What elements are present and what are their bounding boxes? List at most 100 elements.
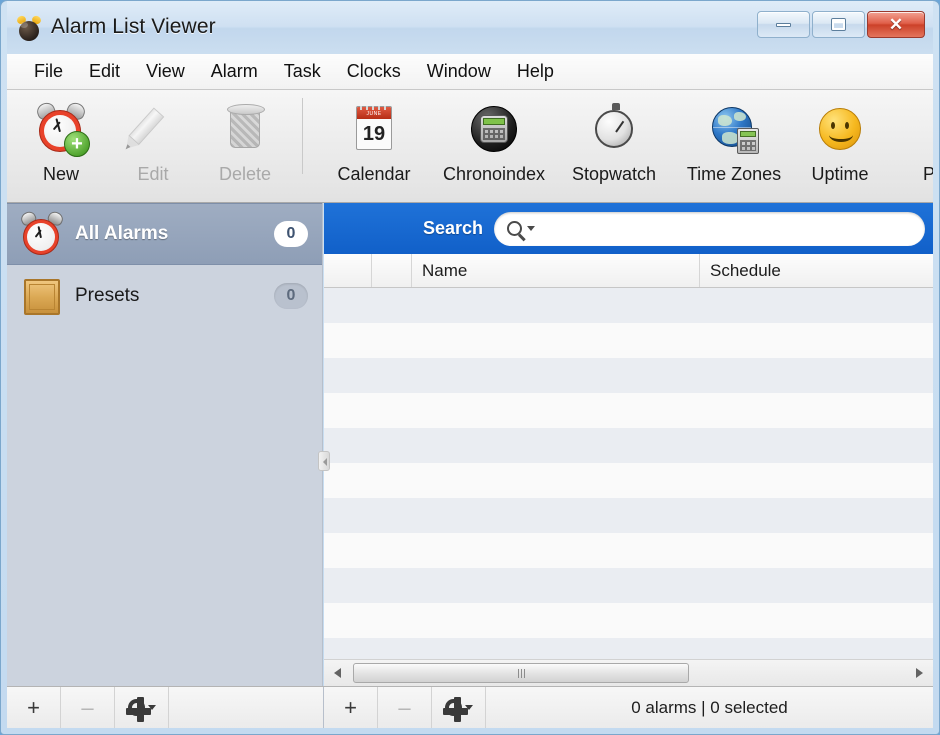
sidebar-footer-toolbar: + –: [7, 687, 324, 728]
toolbar-label-calendar: Calendar: [337, 164, 411, 184]
sidebar-add-button[interactable]: +: [7, 687, 61, 728]
title-bar: Alarm List Viewer ✕: [7, 1, 933, 54]
table-row: [324, 603, 933, 638]
chevron-down-icon[interactable]: [527, 226, 536, 231]
chronoindex-icon: [465, 98, 523, 160]
status-text: 0 alarms | 0 selected: [631, 697, 788, 717]
toolbar-label-new: New: [42, 164, 79, 184]
scroll-right-icon[interactable]: [906, 660, 933, 686]
sidebar-item-presets[interactable]: Presets 0: [7, 265, 322, 327]
table-row: [324, 428, 933, 463]
search-field[interactable]: [494, 211, 925, 246]
toolbar-button-delete[interactable]: Delete: [199, 90, 291, 185]
menu-item-file[interactable]: File: [21, 59, 76, 84]
menu-item-view[interactable]: View: [133, 59, 198, 84]
close-icon: ✕: [888, 15, 904, 34]
toolbar-label-uptime: Uptime: [811, 164, 869, 184]
table-row: [324, 323, 933, 358]
calendar-icon: JUNE 19: [345, 98, 403, 160]
toolbar-separator: [302, 98, 303, 174]
close-button[interactable]: ✕: [867, 11, 925, 38]
toolbar-button-calendar[interactable]: JUNE 19 Calendar: [314, 90, 434, 185]
column-header-name[interactable]: Name: [412, 254, 700, 287]
application-window: Alarm List Viewer ✕ File Edit View Alarm…: [0, 0, 940, 735]
toolbar-button-preferences[interactable]: Pr: [886, 90, 933, 185]
column-header-schedule[interactable]: Schedule: [700, 254, 933, 287]
window-controls: ✕: [757, 11, 925, 38]
window-inner: Alarm List Viewer ✕ File Edit View Alarm…: [7, 1, 933, 728]
list-footer-toolbar: + – 0 alarms | 0 selected: [324, 687, 933, 728]
toolbar-label-stopwatch: Stopwatch: [571, 164, 657, 184]
sidebar-footer-spacer: [169, 687, 323, 728]
table-row: [324, 638, 933, 659]
sidebar-badge-all-alarms: 0: [274, 221, 308, 247]
table-row: [324, 288, 933, 323]
column-header-icon1[interactable]: [324, 254, 372, 287]
menu-item-edit[interactable]: Edit: [76, 59, 133, 84]
crate-icon: [19, 273, 65, 319]
sidebar-item-label-all-alarms: All Alarms: [75, 223, 169, 244]
toolbar-label-preferences: Pr: [923, 164, 933, 185]
menu-item-task[interactable]: Task: [271, 59, 334, 84]
menu-item-window[interactable]: Window: [414, 59, 504, 84]
toolbar-button-edit[interactable]: Edit: [107, 90, 199, 185]
alarm-list[interactable]: [324, 288, 933, 659]
table-row: [324, 463, 933, 498]
list-action-menu-button[interactable]: [432, 687, 486, 728]
globe-icon: [705, 98, 763, 160]
sidebar-item-label-presets: Presets: [75, 285, 140, 306]
table-column-header: Name Schedule: [324, 254, 933, 288]
bottom-bar: + – + – 0 alarms | 0 selected: [7, 686, 933, 728]
alarm-clock-icon: [18, 209, 66, 257]
toolbar-button-uptime[interactable]: Uptime: [794, 90, 886, 185]
toolbar-button-chronoindex[interactable]: Chronoindex: [434, 90, 554, 185]
maximize-button[interactable]: [812, 11, 865, 38]
stopwatch-icon: [585, 98, 643, 160]
scrollbar-thumb[interactable]: [353, 663, 689, 683]
app-icon: [15, 14, 43, 42]
minimize-icon: [776, 22, 791, 27]
toolbar-button-time-zones[interactable]: Time Zones: [674, 90, 794, 185]
toolbar-button-stopwatch[interactable]: Stopwatch: [554, 90, 674, 185]
toolbar: + New Edit Delete JUNE 19 Calendar Chron…: [7, 90, 933, 203]
menu-item-help[interactable]: Help: [504, 59, 567, 84]
new-alarm-icon: +: [32, 98, 90, 160]
horizontal-scrollbar[interactable]: [324, 659, 933, 686]
menu-bar: File Edit View Alarm Task Clocks Window …: [7, 54, 933, 90]
gear-icon: [125, 697, 151, 722]
maximize-icon: [832, 19, 845, 30]
column-header-icon2[interactable]: [372, 254, 412, 287]
window-title: Alarm List Viewer: [51, 15, 216, 38]
toolbar-label-time-zones: Time Zones: [686, 164, 782, 184]
table-row: [324, 533, 933, 568]
content-area: All Alarms 0 Presets 0 Search Name Sched…: [7, 203, 933, 686]
menu-item-clocks[interactable]: Clocks: [334, 59, 414, 84]
sidebar-remove-button[interactable]: –: [61, 687, 115, 728]
table-row: [324, 393, 933, 428]
table-row: [324, 498, 933, 533]
gear-icon: [442, 697, 468, 722]
scroll-left-icon[interactable]: [324, 660, 351, 686]
list-remove-button[interactable]: –: [378, 687, 432, 728]
toolbar-label-delete: Delete: [218, 164, 272, 184]
toolbar-label-edit: Edit: [137, 164, 169, 184]
search-input[interactable]: [535, 219, 925, 238]
pencil-icon: [121, 98, 182, 160]
sidebar-item-all-alarms[interactable]: All Alarms 0: [7, 203, 322, 265]
sidebar: All Alarms 0 Presets 0: [7, 203, 323, 686]
smiley-icon: [811, 98, 869, 160]
menu-item-alarm[interactable]: Alarm: [198, 59, 271, 84]
trash-icon: [216, 98, 274, 160]
sidebar-splitter-handle[interactable]: [318, 451, 330, 471]
sidebar-action-menu-button[interactable]: [115, 687, 169, 728]
list-add-button[interactable]: +: [324, 687, 378, 728]
minimize-button[interactable]: [757, 11, 810, 38]
main-pane: Search Name Schedule: [324, 203, 933, 686]
search-label: Search: [423, 218, 484, 238]
search-icon[interactable]: [507, 221, 523, 236]
toolbar-label-chronoindex: Chronoindex: [442, 164, 546, 184]
sidebar-badge-presets: 0: [274, 283, 308, 309]
scrollbar-track[interactable]: [351, 660, 906, 686]
toolbar-button-new[interactable]: + New: [15, 90, 107, 185]
search-bar: Search: [324, 203, 933, 254]
